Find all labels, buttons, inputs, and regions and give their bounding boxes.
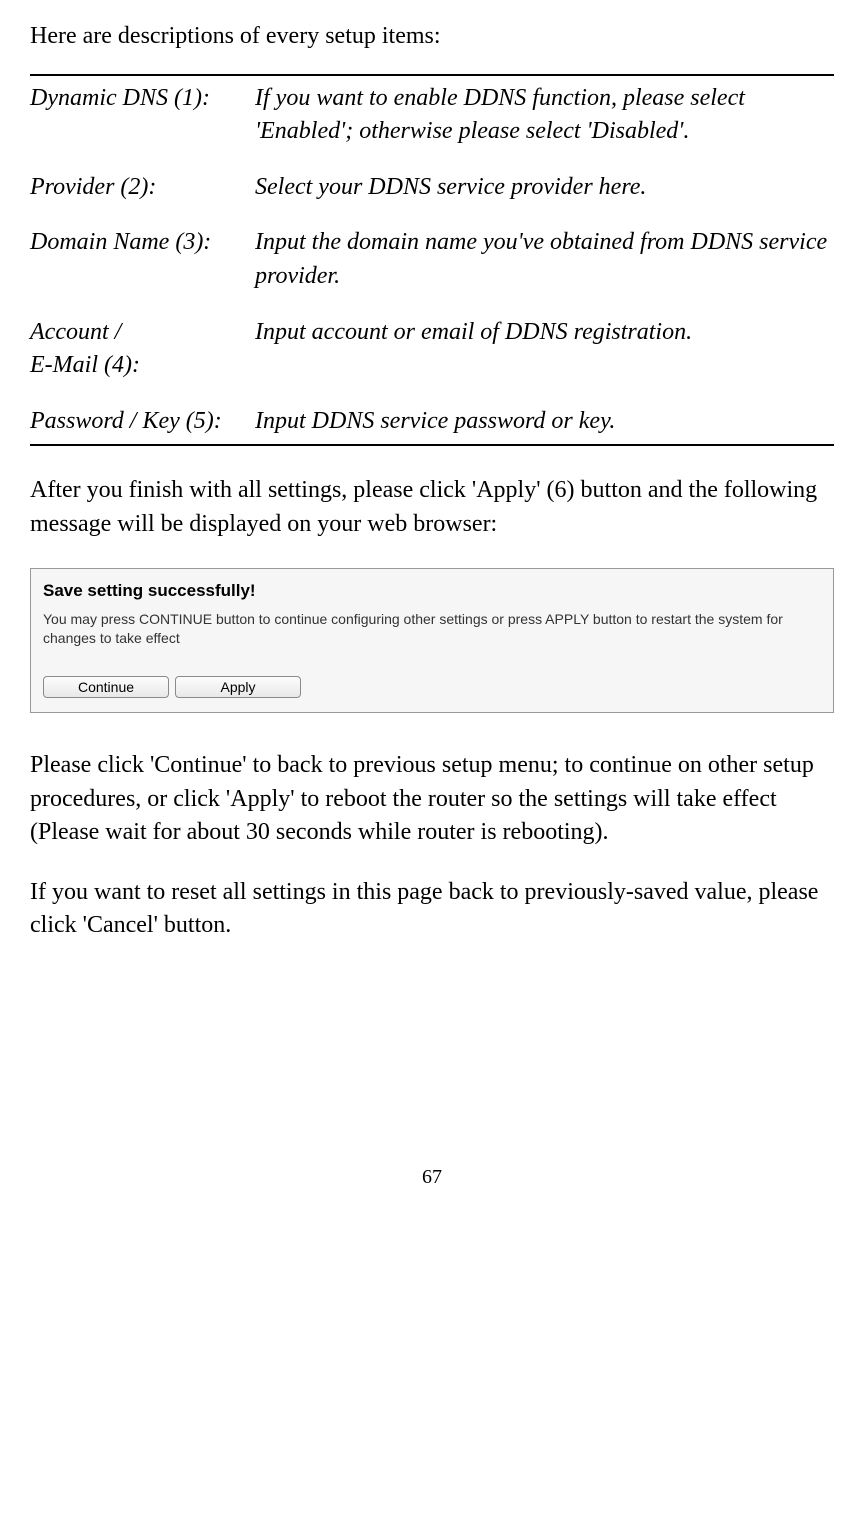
def-desc: If you want to enable DDNS function, ple… [255, 82, 834, 149]
def-row-domain-name: Domain Name (3): Input the domain name y… [30, 226, 834, 293]
def-term: Account / E-Mail (4): [30, 316, 255, 383]
def-term: Dynamic DNS (1): [30, 82, 255, 149]
screenshot-dialog: Save setting successfully! You may press… [30, 568, 834, 714]
def-desc: Input the domain name you've obtained fr… [255, 226, 834, 293]
def-desc: Select your DDNS service provider here. [255, 171, 834, 205]
dialog-title: Save setting successfully! [43, 579, 821, 603]
def-term: Domain Name (3): [30, 226, 255, 293]
dialog-button-row: Continue Apply [43, 676, 821, 698]
continue-button[interactable]: Continue [43, 676, 169, 698]
def-row-dynamic-dns: Dynamic DNS (1): If you want to enable D… [30, 82, 834, 149]
apply-button[interactable]: Apply [175, 676, 301, 698]
cancel-explain-text: If you want to reset all settings in thi… [30, 876, 834, 943]
intro-text: Here are descriptions of every setup ite… [30, 20, 834, 54]
page-number: 67 [30, 1163, 834, 1191]
definitions-table: Dynamic DNS (1): If you want to enable D… [30, 74, 834, 447]
def-row-provider: Provider (2): Select your DDNS service p… [30, 171, 834, 205]
def-term: Password / Key (5): [30, 405, 255, 439]
dialog-body-text: You may press CONTINUE button to continu… [43, 610, 821, 648]
def-row-account-email: Account / E-Mail (4): Input account or e… [30, 316, 834, 383]
def-desc: Input account or email of DDNS registrat… [255, 316, 834, 383]
after-apply-text: After you finish with all settings, plea… [30, 474, 834, 541]
continue-explain-text: Please click 'Continue' to back to previ… [30, 749, 834, 850]
def-row-password-key: Password / Key (5): Input DDNS service p… [30, 405, 834, 439]
def-desc: Input DDNS service password or key. [255, 405, 834, 439]
def-term: Provider (2): [30, 171, 255, 205]
